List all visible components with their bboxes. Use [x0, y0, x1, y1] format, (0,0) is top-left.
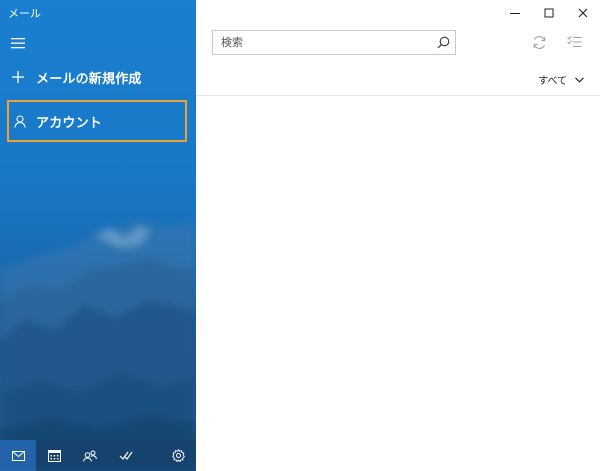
mail-switch-button[interactable]	[0, 440, 36, 471]
new-mail-button[interactable]: メールの新規作成	[0, 59, 196, 95]
plus-icon	[0, 71, 36, 83]
app-title: メール	[8, 7, 41, 20]
select-list-icon	[566, 35, 581, 47]
mail-icon	[11, 450, 25, 461]
sync-button[interactable]	[528, 31, 550, 53]
maximize-button[interactable]	[532, 0, 566, 26]
minimize-button[interactable]	[498, 0, 532, 26]
todo-icon	[119, 451, 133, 460]
settings-button[interactable]	[160, 440, 196, 471]
hamburger-menu-button[interactable]	[0, 28, 40, 58]
close-button[interactable]	[566, 0, 600, 26]
calendar-icon	[47, 449, 61, 462]
sync-icon	[533, 35, 545, 49]
filter-label: すべて	[538, 76, 567, 87]
search-icon	[437, 36, 449, 49]
minimize-icon	[510, 13, 520, 14]
people-icon	[83, 450, 97, 462]
search-input[interactable]	[213, 31, 431, 54]
todo-switch-button[interactable]	[108, 440, 144, 471]
accounts-label: アカウント	[36, 115, 103, 131]
selection-mode-button[interactable]	[563, 31, 585, 53]
hamburger-icon	[11, 38, 25, 49]
settings-icon	[171, 449, 185, 462]
people-switch-button[interactable]	[72, 440, 108, 471]
close-icon	[578, 8, 588, 18]
person-icon	[9, 114, 31, 128]
message-list-pane: すべて	[196, 0, 600, 471]
navigation-pane: メール メールの新規作成 アカウント	[0, 0, 196, 471]
new-mail-label: メールの新規作成	[36, 71, 142, 87]
filter-dropdown[interactable]: すべて	[538, 72, 584, 87]
search-box	[212, 30, 456, 55]
maximize-icon	[544, 8, 554, 18]
header-divider	[196, 95, 600, 96]
search-button[interactable]	[431, 36, 455, 49]
window-controls	[498, 0, 600, 26]
bottom-app-bar	[0, 440, 196, 471]
calendar-switch-button[interactable]	[36, 440, 72, 471]
chevron-down-icon	[575, 76, 584, 83]
accounts-button[interactable]: アカウント	[7, 100, 187, 142]
